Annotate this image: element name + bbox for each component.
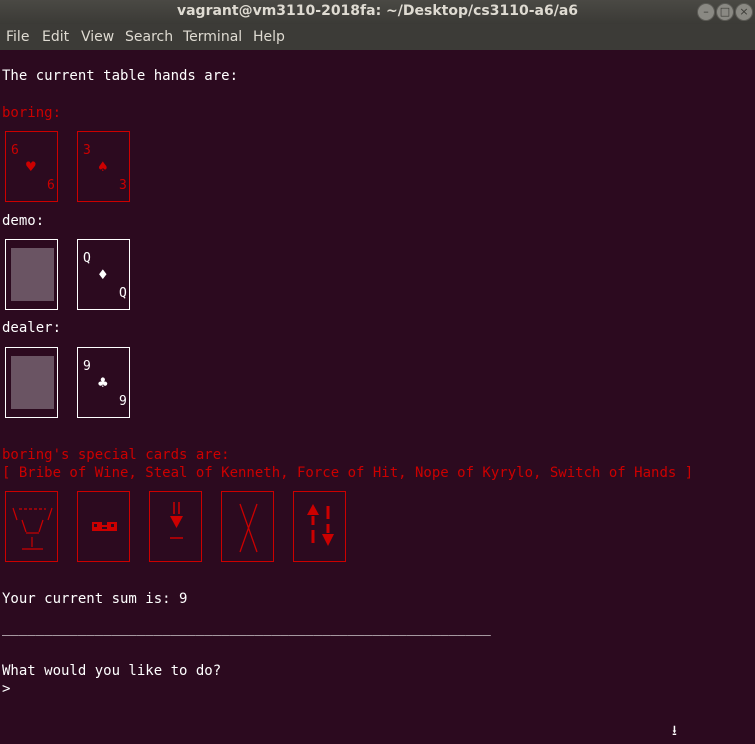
hidden-card	[5, 347, 58, 418]
hand-name-dealer: dealer:	[2, 320, 62, 336]
hand-name-demo: demo:	[2, 213, 45, 229]
playing-card: Q ♦ Q	[77, 239, 130, 310]
card-back	[11, 248, 54, 301]
minimize-button[interactable]: –	[697, 3, 715, 21]
switch-of-hands-card	[293, 491, 346, 562]
heart-icon: ♥	[26, 157, 36, 176]
down-arrow-icon	[170, 502, 183, 539]
menu-help[interactable]: Help	[253, 29, 285, 45]
card-rank: 9	[119, 394, 127, 409]
spade-icon: ♠	[98, 157, 108, 176]
card-back	[11, 356, 54, 409]
maximize-button[interactable]: □	[716, 3, 734, 21]
steal-of-kenneth-card	[77, 491, 130, 562]
wine-glass-icon	[12, 507, 53, 550]
title-bar: vagrant@vm3110-2018fa: ~/Desktop/cs3110-…	[0, 0, 755, 24]
hand-name-boring: boring:	[2, 105, 62, 121]
playing-card: 3 ♠ 3	[77, 131, 130, 202]
card-rank: 6	[11, 143, 19, 158]
mouse-cursor-icon: ⭳	[672, 723, 677, 739]
special-cards-header: boring's special cards are:	[2, 447, 230, 463]
cross-icon	[239, 503, 258, 553]
swap-arrows-icon	[307, 504, 334, 546]
card-rank: 9	[83, 359, 91, 374]
window-title: vagrant@vm3110-2018fa: ~/Desktop/cs3110-…	[176, 3, 579, 19]
hidden-card	[5, 239, 58, 310]
bribe-of-wine-card	[5, 491, 58, 562]
table-hands-header: The current table hands are:	[2, 68, 239, 84]
menu-search[interactable]: Search	[125, 29, 173, 45]
menu-file[interactable]: File	[6, 29, 29, 45]
special-cards-list: [ Bribe of Wine, Steal of Kenneth, Force…	[2, 465, 694, 481]
force-of-hit-card	[149, 491, 202, 562]
card-rank: 3	[83, 143, 91, 158]
menu-terminal[interactable]: Terminal	[183, 29, 242, 45]
card-rank: Q	[119, 286, 127, 301]
card-rank: 3	[119, 178, 127, 193]
nope-of-kyrylo-card	[221, 491, 274, 562]
playing-card: 9 ♣ 9	[77, 347, 130, 418]
menu-edit[interactable]: Edit	[42, 29, 69, 45]
close-button[interactable]: ×	[735, 3, 753, 21]
card-rank: Q	[83, 251, 91, 266]
prompt-question: What would you like to do?	[2, 663, 222, 679]
menu-view[interactable]: View	[81, 29, 114, 45]
separator-line: ________________________________________…	[2, 620, 491, 636]
playing-card: 6 ♥ 6	[5, 131, 58, 202]
menu-bar: File Edit View Search Terminal Help	[0, 24, 755, 50]
club-icon: ♣	[98, 373, 108, 392]
command-prompt[interactable]: >	[2, 681, 10, 697]
current-sum-text: Your current sum is: 9	[2, 591, 188, 607]
diamond-icon: ♦	[98, 265, 108, 284]
card-rank: 6	[47, 178, 55, 193]
mask-icon	[92, 522, 117, 531]
